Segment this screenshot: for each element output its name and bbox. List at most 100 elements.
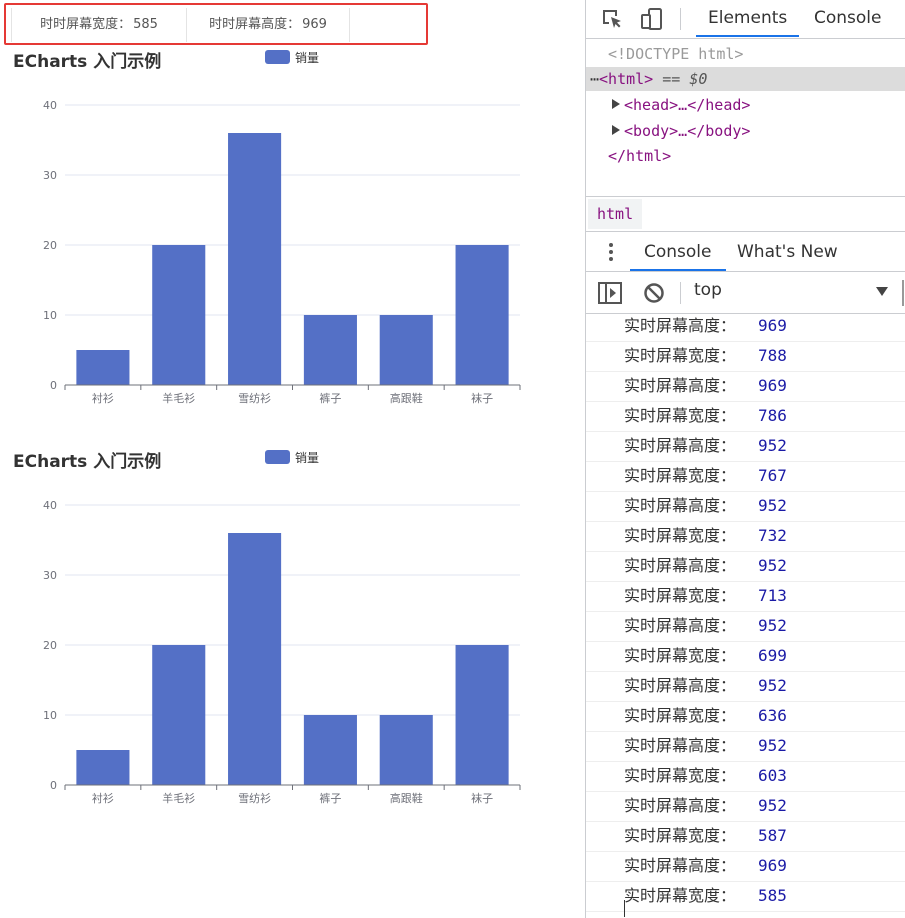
bar [379, 315, 433, 385]
device-toolbar-icon[interactable] [640, 7, 664, 31]
bar [303, 715, 357, 785]
x-tick-label: 衬衫 [92, 792, 114, 805]
log-label: 实时屏幕宽度： [624, 886, 737, 905]
bar [76, 750, 130, 785]
expand-triangle-icon[interactable] [612, 99, 620, 109]
html-close-tag: </html> [608, 147, 672, 165]
console-log-entry[interactable]: 实时屏幕宽度： 587 [586, 822, 905, 852]
y-tick-label: 0 [50, 779, 57, 792]
x-tick-label: 高跟鞋 [390, 791, 423, 805]
console-log-entry[interactable]: 实时屏幕宽度： 699 [586, 642, 905, 672]
console-log-entry[interactable]: 实时屏幕宽度： 585 [586, 882, 905, 912]
log-value: 969 [758, 376, 787, 395]
context-selector[interactable]: top [694, 280, 722, 300]
log-label: 实时屏幕宽度： [624, 646, 737, 665]
log-value: 786 [758, 406, 787, 425]
chart-plot: 0 10 20 30 40 衬衫 羊毛衫 雪纺衫 裤子 高跟鞋 袜子 [43, 499, 521, 805]
drawer-tab-console[interactable]: Console [630, 232, 726, 271]
screen-width-display: 时时屏幕宽度： 585 [11, 8, 187, 42]
body-tag: <body>…</body> [624, 122, 751, 140]
log-label: 实时屏幕宽度： [624, 766, 737, 785]
bar [455, 245, 509, 385]
console-log-entry[interactable]: 实时屏幕高度： 952 [586, 432, 905, 462]
screen-size-bar: 时时屏幕宽度： 585 时时屏幕高度： 969 [4, 3, 428, 45]
head-node[interactable]: <head>…</head> [586, 93, 905, 117]
console-log-entry[interactable]: 实时屏幕高度： 952 [586, 672, 905, 702]
web-page: 时时屏幕宽度： 585 时时屏幕高度： 969 ECharts 入门示例 销量 01… [0, 0, 585, 918]
console-log-entry[interactable]: 实时屏幕宽度： 767 [586, 462, 905, 492]
clear-console-icon[interactable] [642, 281, 666, 305]
log-label: 实时屏幕宽度： [624, 406, 737, 425]
bar [379, 715, 433, 785]
y-tick-label: 10 [43, 709, 57, 722]
y-tick-label: 10 [43, 309, 57, 322]
breadcrumb: html [586, 196, 905, 232]
y-tick-label: 20 [43, 239, 57, 252]
x-tick-label: 雪纺衫 [238, 391, 271, 405]
console-log-entry[interactable]: 实时屏幕宽度： 603 [586, 762, 905, 792]
breadcrumb-html[interactable]: html [588, 199, 643, 229]
tab-elements[interactable]: Elements [696, 0, 800, 37]
x-tick-label: 高跟鞋 [390, 391, 423, 405]
console-log-entry[interactable]: 实时屏幕高度： 952 [586, 792, 905, 822]
y-tick-label: 40 [43, 499, 57, 512]
head-tag: <head>…</head> [624, 96, 751, 114]
more-options-icon[interactable]: ⋯ [590, 70, 599, 88]
doctype-node[interactable]: <!DOCTYPE html> [586, 42, 905, 66]
log-label: 实时屏幕高度： [624, 376, 737, 395]
console-log-entry[interactable]: 实时屏幕高度： 952 [586, 612, 905, 642]
console-log-entry[interactable]: 实时屏幕高度： 969 [586, 852, 905, 882]
log-value: 788 [758, 346, 787, 365]
inspect-element-icon[interactable] [600, 7, 624, 31]
log-value: 732 [758, 526, 787, 545]
screen-height-display: 时时屏幕高度： 969 [186, 8, 350, 42]
log-label: 实时屏幕宽度： [624, 586, 737, 605]
log-value: 952 [758, 616, 787, 635]
log-value: 952 [758, 436, 787, 455]
html-node[interactable]: ⋯<html> == $0 [586, 67, 905, 91]
show-sidebar-icon[interactable] [598, 281, 622, 305]
log-value: 952 [758, 496, 787, 515]
console-log-entry[interactable]: 实时屏幕高度： 952 [586, 732, 905, 762]
log-label: 实时屏幕高度： [624, 676, 737, 695]
log-label: 实时屏幕高度： [624, 856, 737, 875]
console-log-entry[interactable]: 实时屏幕宽度： 788 [586, 342, 905, 372]
log-label: 实时屏幕宽度： [624, 466, 737, 485]
x-tick-label: 袜子 [471, 391, 493, 405]
chart-plot: 0 10 20 30 40 衬衫 羊毛衫 雪纺衫 裤子 高跟鞋 袜子 [43, 99, 521, 405]
html-close-node[interactable]: </html> [586, 144, 905, 168]
bar [228, 133, 282, 385]
bar-chart-1: ECharts 入门示例 销量 0 10 20 30 40 衬衫 羊毛衫 雪纺衫 裤子 高跟鞋 袜子 [0, 48, 585, 448]
html-open-tag: <html> [599, 70, 654, 88]
y-tick-label: 30 [43, 569, 57, 582]
drawer-tab-whats-new[interactable]: What's New [723, 232, 852, 271]
console-log-entry[interactable]: 实时屏幕高度： 952 [586, 492, 905, 522]
log-label: 实时屏幕高度： [624, 556, 737, 575]
bar [152, 645, 206, 785]
screen-height-label: 时时屏幕高度： [209, 17, 301, 32]
console-log-entry[interactable]: 实时屏幕宽度： 713 [586, 582, 905, 612]
console-log-entry[interactable]: 实时屏幕宽度： 732 [586, 522, 905, 552]
drawer-tabbar: Console What's New [586, 232, 905, 272]
body-node[interactable]: <body>…</body> [586, 119, 905, 143]
console-log-entry[interactable]: 实时屏幕宽度： 636 [586, 702, 905, 732]
console-log-entry[interactable]: 实时屏幕宽度： 786 [586, 402, 905, 432]
log-value: 952 [758, 736, 787, 755]
log-label: 实时屏幕宽度： [624, 346, 737, 365]
log-label: 实时屏幕高度： [624, 616, 737, 635]
devtools-tabbar: Elements Console [586, 0, 905, 39]
tab-console[interactable]: Console [802, 0, 894, 37]
console-log-entry[interactable]: 实时屏幕高度： 969 [586, 372, 905, 402]
drawer-menu-icon[interactable] [602, 242, 620, 262]
chevron-down-icon[interactable] [876, 287, 888, 296]
console-input-caret[interactable] [624, 900, 625, 917]
y-tick-label: 30 [43, 169, 57, 182]
console-log-entry[interactable]: 实时屏幕高度： 969 [586, 312, 905, 342]
log-value: 952 [758, 556, 787, 575]
scrollbar[interactable] [902, 280, 904, 306]
expand-triangle-icon[interactable] [612, 125, 620, 135]
log-value: 952 [758, 796, 787, 815]
console-log-entry[interactable]: 实时屏幕高度： 952 [586, 552, 905, 582]
selected-node-marker: == $0 [653, 70, 708, 88]
x-tick-label: 衬衫 [92, 392, 114, 405]
